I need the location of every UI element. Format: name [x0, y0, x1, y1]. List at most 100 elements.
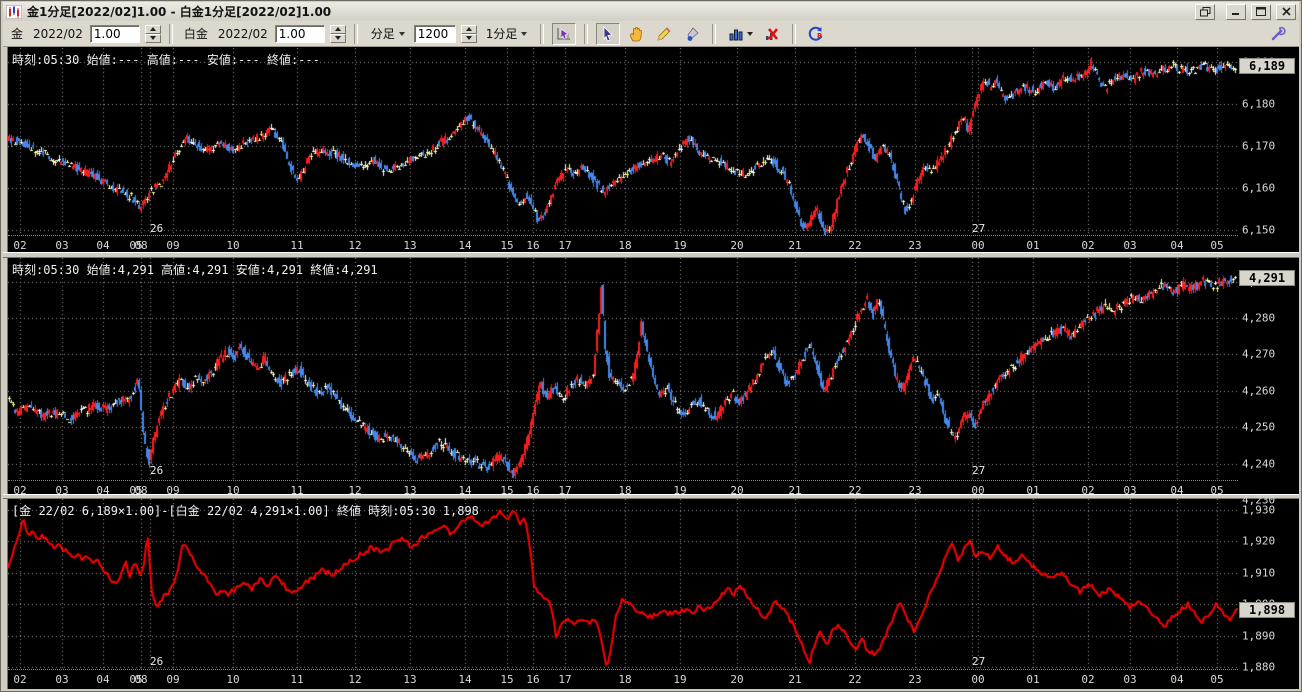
- app-icon: [6, 5, 22, 19]
- x-tick-label: 10: [226, 673, 239, 686]
- x-tick-label: 18: [618, 673, 631, 686]
- interval-type-dropdown[interactable]: 分足: [366, 23, 410, 44]
- x-tick-label: 23: [908, 673, 921, 686]
- x-tick-label: 03: [55, 239, 68, 252]
- y-tick-label: 4,240: [1242, 457, 1275, 470]
- toolbar-separator: [540, 24, 544, 44]
- y-tick-label: 1,910: [1242, 566, 1275, 579]
- gold-chart-canvas[interactable]: [8, 48, 1238, 235]
- gold-multiplier-field[interactable]: [90, 25, 140, 43]
- spread-chart-canvas[interactable]: [8, 499, 1238, 669]
- day-marker-label: 27: [972, 464, 985, 477]
- x-tick-label: 14: [458, 239, 471, 252]
- bar-chart-icon: [728, 26, 744, 42]
- day-marker-label: 26: [150, 655, 163, 668]
- x-tick-label: 16: [526, 673, 539, 686]
- gold-multiplier-spinner[interactable]: [145, 25, 161, 43]
- gold-symbol-label: 金: [8, 25, 26, 42]
- x-tick-label: 23: [908, 239, 921, 252]
- x-tick-label: 21: [788, 239, 801, 252]
- chart-type-button[interactable]: [724, 23, 756, 45]
- maximize-icon: [1256, 7, 1266, 16]
- close-icon: [1282, 7, 1291, 16]
- day-marker-label: 27: [972, 655, 985, 668]
- platinum-contract-month[interactable]: 2022/02: [215, 27, 271, 41]
- title-bar[interactable]: 金1分足[2022/02]1.00 - 白金1分足[2022/02]1.00: [3, 2, 1299, 21]
- timeframe-dropdown[interactable]: 1分足: [481, 23, 533, 44]
- x-tick-label: 04: [96, 673, 109, 686]
- x-tick-label: 03: [55, 673, 68, 686]
- select-pointer-button[interactable]: [596, 23, 620, 45]
- x-tick-label: 09: [166, 239, 179, 252]
- toolbar-separator: [169, 24, 173, 44]
- platinum-multiplier-spinner[interactable]: [330, 25, 346, 43]
- refresh-icon: R: [808, 26, 824, 42]
- day-marker-label: 26: [150, 464, 163, 477]
- x-tick-label: 22: [848, 239, 861, 252]
- y-tick-label: 1,920: [1242, 535, 1275, 548]
- x-tick-label: 04: [1170, 673, 1183, 686]
- x-tick-label: 09: [166, 673, 179, 686]
- chart-area: 時刻:05:30 始値:--- 高値:--- 安値:--- 終値:--- 020…: [3, 47, 1299, 689]
- y-tick-label: 4,270: [1242, 348, 1275, 361]
- bar-count-spinner[interactable]: [461, 25, 477, 43]
- x-tick-label: 15: [500, 673, 513, 686]
- toolbar-separator: [792, 24, 796, 44]
- minimize-button[interactable]: [1226, 4, 1246, 20]
- x-tick-label: 12: [348, 239, 361, 252]
- gold-x-axis: 0203040508091011121314151617181920212223…: [8, 235, 1238, 253]
- draw-pencil-button[interactable]: [652, 23, 676, 45]
- y-tick-label: 1,930: [1242, 503, 1275, 516]
- y-tick-label: 4,260: [1242, 384, 1275, 397]
- close-button[interactable]: [1276, 4, 1296, 20]
- chevron-down-icon: [747, 32, 753, 36]
- x-tick-label: 01: [1026, 239, 1039, 252]
- x-tick-label: 02: [1081, 239, 1094, 252]
- spin-up-icon: [466, 27, 472, 31]
- wrench-icon: [1270, 26, 1286, 42]
- chart-cursor-mode-button[interactable]: [552, 23, 576, 45]
- window-title: 金1分足[2022/02]1.00 - 白金1分足[2022/02]1.00: [27, 3, 1190, 20]
- spread-info-line: [金 22/02 6,189×1.00]-[白金 22/02 4,291×1.0…: [12, 502, 479, 519]
- x-tick-label: 04: [1170, 239, 1183, 252]
- platinum-symbol-label: 白金: [181, 25, 211, 42]
- chevron-down-icon: [521, 32, 527, 36]
- refresh-button[interactable]: R: [804, 23, 828, 45]
- x-tick-label: 19: [673, 673, 686, 686]
- gold-contract-month[interactable]: 2022/02: [30, 27, 86, 41]
- toolbar-separator: [584, 24, 588, 44]
- x-tick-label: 22: [848, 673, 861, 686]
- gold-info-line: 時刻:05:30 始値:--- 高値:--- 安値:--- 終値:---: [12, 51, 320, 68]
- highlighter-button[interactable]: [680, 23, 704, 45]
- bar-count-field[interactable]: [414, 25, 456, 43]
- x-tick-label: 08: [134, 673, 147, 686]
- y-tick-label: 1,890: [1242, 629, 1275, 642]
- pan-hand-button[interactable]: [624, 23, 648, 45]
- x-tick-label: 21: [788, 673, 801, 686]
- x-tick-label: 20: [730, 673, 743, 686]
- y-tick-label: 4,280: [1242, 312, 1275, 325]
- x-tick-label: 14: [458, 673, 471, 686]
- x-tick-label: 15: [500, 239, 513, 252]
- spin-down-icon: [335, 36, 341, 40]
- maximize-button[interactable]: [1251, 4, 1271, 20]
- x-tick-label: 11: [290, 673, 303, 686]
- spin-down-icon: [466, 36, 472, 40]
- chevron-down-icon: [399, 32, 405, 36]
- x-tick-label: 05: [1210, 239, 1223, 252]
- toolbar-separator: [354, 24, 358, 44]
- platinum-chart-canvas[interactable]: [8, 258, 1238, 480]
- platinum-multiplier-field[interactable]: [275, 25, 325, 43]
- settings-wrench-button[interactable]: [1266, 23, 1290, 45]
- cascade-windows-button[interactable]: [1195, 4, 1215, 20]
- x-tick-label: 12: [348, 673, 361, 686]
- x-tick-label: 18: [618, 239, 631, 252]
- x-tick-label: 13: [403, 673, 416, 686]
- platinum-info-line: 時刻:05:30 始値:4,291 高値:4,291 安値:4,291 終値:4…: [12, 261, 378, 278]
- red-x-icon: [764, 26, 780, 42]
- x-tick-label: 02: [13, 673, 26, 686]
- delete-drawings-button[interactable]: [760, 23, 784, 45]
- spin-up-icon: [335, 27, 341, 31]
- platinum-x-axis: 0203040508091011121314151617181920212223…: [8, 480, 1238, 495]
- spin-down-icon: [150, 36, 156, 40]
